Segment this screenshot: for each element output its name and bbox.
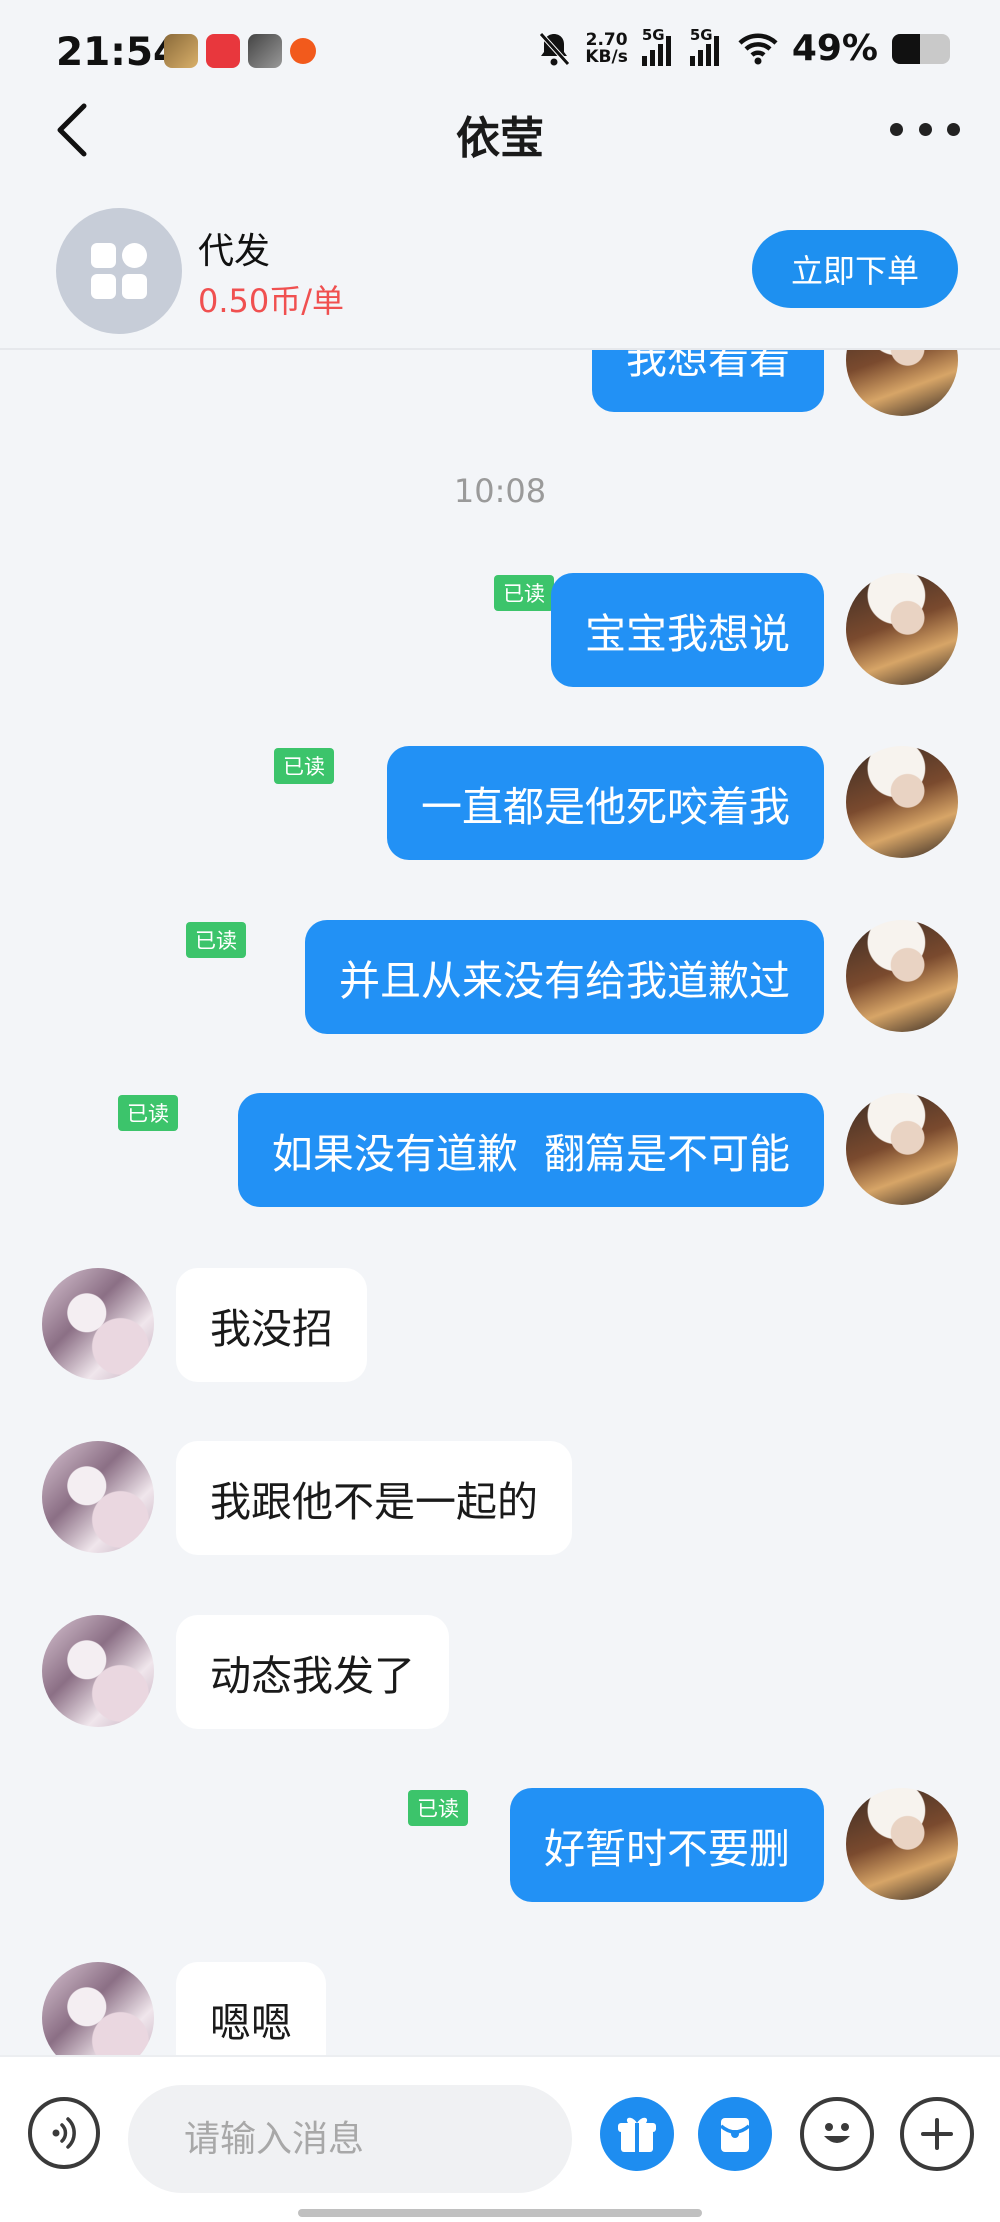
message-input[interactable]	[128, 2085, 572, 2193]
more-dot-icon	[947, 122, 960, 136]
service-card: 代发 0.50币/单 立即下单	[0, 200, 1000, 350]
message-bubble-incoming[interactable]: 我跟他不是一起的	[176, 1441, 572, 1555]
message-bubble-outgoing[interactable]: 如果没有道歉 翻篇是不可能	[237, 1093, 824, 1207]
more-dot-icon	[918, 122, 932, 136]
network-speed-value: 2.70	[585, 29, 628, 50]
network-speed-unit: KB/s	[585, 46, 628, 67]
message-bubble-outgoing[interactable]: 我想看看	[592, 350, 824, 412]
message-bubble-incoming[interactable]: 动态我发了	[176, 1615, 449, 1729]
more-button[interactable]	[890, 114, 960, 144]
gift-button[interactable]	[600, 2097, 674, 2171]
message-bubble-outgoing[interactable]: 好暂时不要删	[510, 1788, 824, 1902]
wifi-icon	[738, 33, 778, 64]
signal-sim2-icon: 5G	[689, 26, 724, 66]
self-avatar[interactable]	[846, 746, 958, 858]
notification-icons	[164, 34, 316, 68]
more-dot-icon	[890, 122, 903, 136]
voice-icon	[52, 2117, 76, 2149]
self-avatar[interactable]	[846, 1093, 958, 1205]
read-badge: 已读	[494, 575, 554, 611]
service-avatar	[56, 208, 182, 334]
network-speed: 2.70 KB/s	[585, 29, 628, 67]
message-bubble-outgoing[interactable]: 宝宝我想说	[551, 573, 824, 687]
avatar-app-icon	[248, 34, 282, 68]
peer-avatar[interactable]	[42, 1962, 154, 2055]
message-bubble-incoming[interactable]: 嗯嗯	[176, 1962, 326, 2055]
read-badge: 已读	[274, 748, 334, 784]
message-bubble-outgoing[interactable]: 一直都是他死咬着我	[387, 746, 824, 860]
peer-avatar[interactable]	[42, 1615, 154, 1727]
order-now-button[interactable]: 立即下单	[752, 230, 958, 308]
read-badge: 已读	[118, 1095, 178, 1131]
service-name: 代发	[198, 231, 271, 272]
pinduoduo-icon	[206, 34, 240, 68]
plus-icon	[921, 2118, 953, 2150]
service-price: 0.50币/单	[198, 282, 345, 320]
message-bubble-incoming[interactable]: 我没招	[176, 1268, 367, 1382]
sim2-label: 5G	[689, 25, 713, 44]
chat-header: 依莹	[0, 100, 1000, 200]
read-badge: 已读	[186, 922, 246, 958]
red-packet-button[interactable]	[698, 2097, 772, 2171]
self-avatar[interactable]	[846, 573, 958, 685]
message-bubble-outgoing[interactable]: 并且从来没有给我道歉过	[305, 920, 824, 1034]
orange-dot-app-icon	[290, 38, 316, 64]
self-avatar[interactable]	[846, 920, 958, 1032]
battery-percent: 49%	[791, 28, 878, 69]
gift-icon	[618, 2117, 656, 2152]
emoji-button[interactable]	[800, 2097, 874, 2171]
mute-bell-icon	[539, 31, 571, 66]
input-bar	[0, 2055, 1000, 2222]
home-indicator[interactable]	[298, 2209, 702, 2217]
status-bar: 21:54 2.70 KB/s 5G 5G 49%	[0, 0, 1000, 105]
read-badge: 已读	[408, 1790, 468, 1826]
apps-grid-icon	[91, 243, 147, 299]
status-time: 21:54	[56, 30, 181, 75]
battery-icon	[892, 33, 950, 64]
chat-messages[interactable]: 我想看看 10:08 已读 宝宝我想说 已读 一直都是他死咬着我 已读 并且从来…	[0, 350, 1000, 2055]
peer-avatar[interactable]	[42, 1441, 154, 1553]
battery-level-fill	[892, 33, 921, 64]
voice-button[interactable]	[28, 2097, 100, 2169]
self-avatar[interactable]	[846, 350, 958, 416]
smile-icon	[824, 2123, 850, 2143]
status-right: 2.70 KB/s 5G 5G 49%	[537, 26, 950, 69]
game-app-icon	[164, 34, 198, 68]
red-packet-icon	[719, 2118, 751, 2152]
page-title: 依莹	[456, 113, 544, 164]
sim1-label: 5G	[641, 25, 665, 44]
self-avatar[interactable]	[846, 1788, 958, 1900]
message-timestamp: 10:08	[453, 472, 547, 510]
signal-sim1-icon: 5G	[641, 26, 676, 66]
more-actions-button[interactable]	[900, 2097, 974, 2171]
peer-avatar[interactable]	[42, 1268, 154, 1380]
